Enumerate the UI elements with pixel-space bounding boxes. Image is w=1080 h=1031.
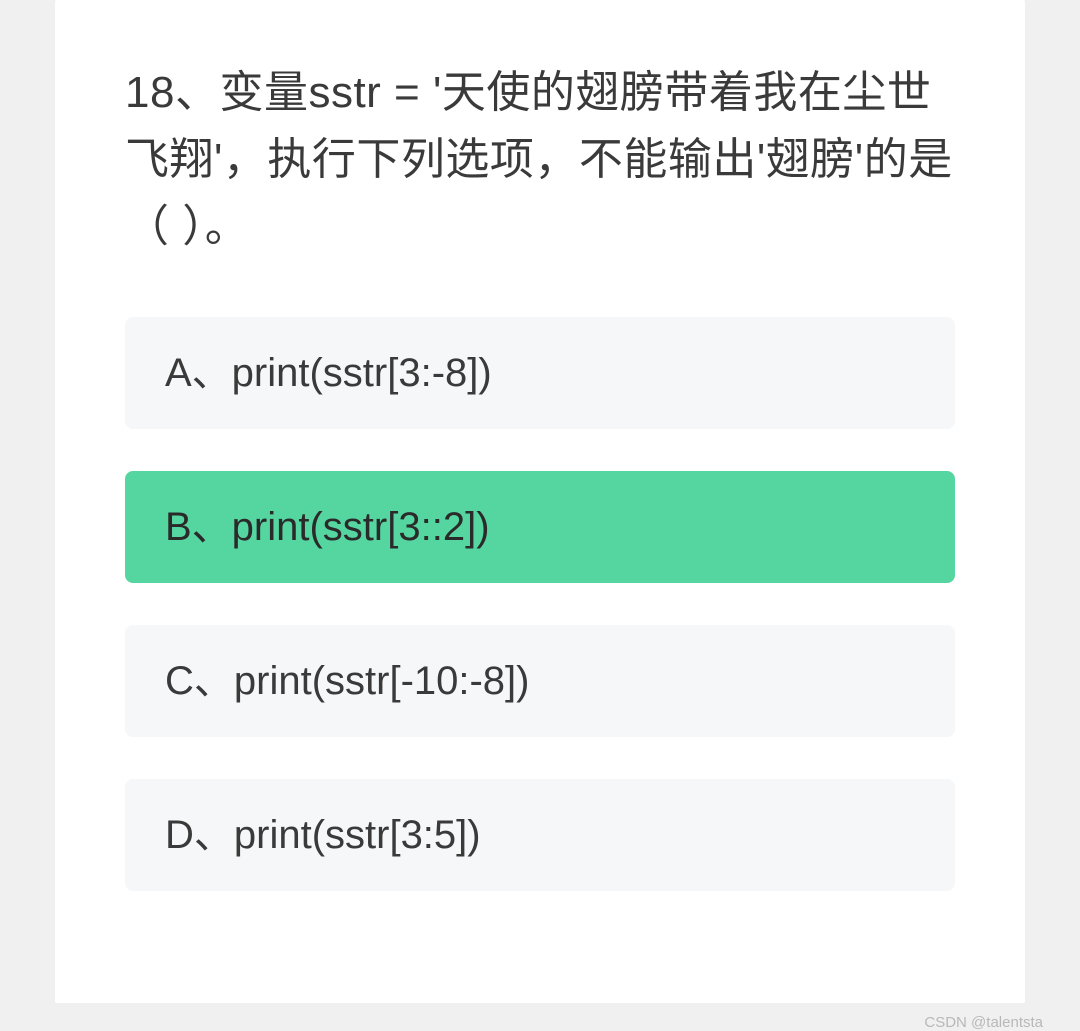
- option-b[interactable]: B、print(sstr[3::2]): [125, 471, 955, 583]
- option-b-label: B、print(sstr[3::2]): [165, 505, 490, 549]
- option-d[interactable]: D、print(sstr[3:5]): [125, 779, 955, 891]
- option-a[interactable]: A、print(sstr[3:-8]): [125, 317, 955, 429]
- option-a-label: A、print(sstr[3:-8]): [165, 351, 492, 395]
- option-c[interactable]: C、print(sstr[-10:-8]): [125, 625, 955, 737]
- quiz-card: 18、变量sstr = '天使的翅膀带着我在尘世飞翔'，执行下列选项，不能输出'…: [55, 0, 1025, 1003]
- option-c-label: C、print(sstr[-10:-8]): [165, 659, 530, 703]
- option-d-label: D、print(sstr[3:5]): [165, 813, 481, 857]
- question-text: 18、变量sstr = '天使的翅膀带着我在尘世飞翔'，执行下列选项，不能输出'…: [125, 60, 955, 261]
- watermark-text: CSDN @talentsta: [924, 1014, 1043, 1031]
